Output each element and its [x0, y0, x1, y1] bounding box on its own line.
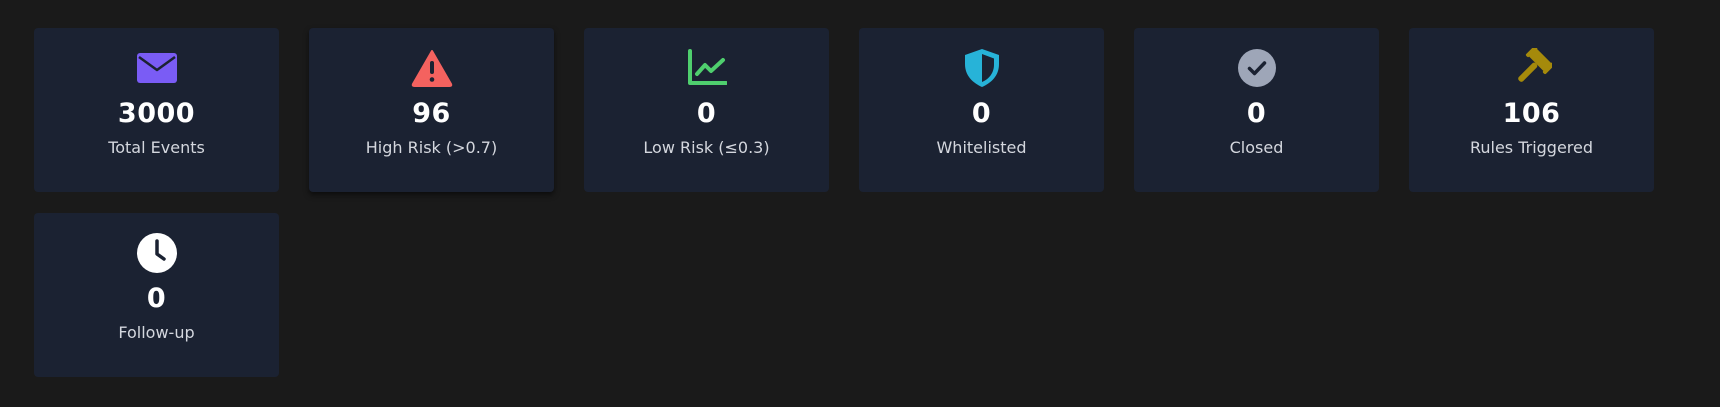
stat-card-total-events[interactable]: 3000 Total Events	[34, 28, 279, 192]
stat-value: 96	[412, 98, 451, 129]
stat-value: 0	[696, 98, 717, 129]
check-circle-icon	[1235, 48, 1279, 88]
stat-card-whitelisted[interactable]: 0 Whitelisted	[859, 28, 1104, 192]
stat-label: Whitelisted	[936, 138, 1027, 157]
stat-card-rules-triggered[interactable]: 106 Rules Triggered	[1409, 28, 1654, 192]
envelope-icon	[135, 48, 179, 88]
stats-grid: 3000 Total Events 96 High Risk (>0.7) 0 …	[34, 28, 1654, 377]
clock-icon	[135, 233, 179, 273]
stat-card-follow-up[interactable]: 0 Follow-up	[34, 213, 279, 377]
gavel-icon	[1510, 48, 1554, 88]
stat-label: Low Risk (≤0.3)	[643, 138, 770, 157]
stat-card-high-risk[interactable]: 96 High Risk (>0.7)	[309, 28, 554, 192]
stat-value: 0	[1246, 98, 1267, 129]
stat-label: Follow-up	[118, 323, 195, 342]
stat-label: Closed	[1229, 138, 1284, 157]
stat-card-low-risk[interactable]: 0 Low Risk (≤0.3)	[584, 28, 829, 192]
stat-value: 106	[1502, 98, 1561, 129]
stat-card-closed[interactable]: 0 Closed	[1134, 28, 1379, 192]
stat-label: Rules Triggered	[1469, 138, 1594, 157]
stat-label: High Risk (>0.7)	[365, 138, 498, 157]
shield-icon	[960, 48, 1004, 88]
chart-line-icon	[685, 48, 729, 88]
stat-value: 3000	[117, 98, 196, 129]
warning-triangle-icon	[410, 48, 454, 88]
stat-value: 0	[146, 283, 167, 314]
stat-value: 0	[971, 98, 992, 129]
stat-label: Total Events	[108, 138, 205, 157]
